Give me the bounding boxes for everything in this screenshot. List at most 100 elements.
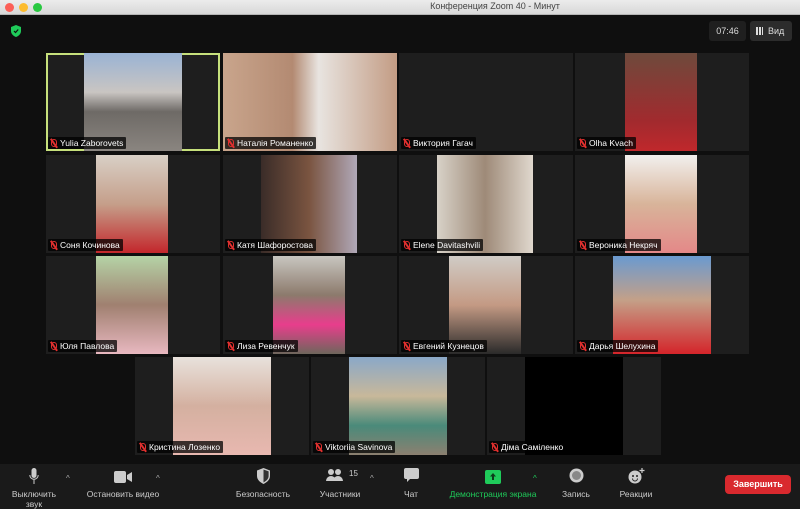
participant-tile[interactable]: Olha Kvach	[575, 53, 749, 151]
participant-name: Viktoriia Savinova	[325, 442, 393, 452]
participant-tile[interactable]: Вероника Некряч	[575, 155, 749, 253]
share-screen-label: Демонстрация экрана	[449, 489, 537, 499]
stop-video-button[interactable]: Остановить видео	[84, 468, 162, 499]
participant-tile[interactable]: Elene Davitashvili	[399, 155, 573, 253]
participant-name-label: Лиза Ревенчук	[225, 340, 298, 352]
participant-tile[interactable]: Yulia Zaborovets	[46, 53, 220, 151]
reactions-button[interactable]: Реакции	[614, 468, 658, 499]
participant-tile[interactable]: Катя Шафоростова	[223, 155, 397, 253]
participant-name: Elene Davitashvili	[413, 240, 481, 250]
participants-button[interactable]: 15 Участники	[316, 468, 364, 499]
participant-name: Діма Саміленко	[501, 442, 564, 452]
participant-tile[interactable]: Юля Павлова	[46, 256, 220, 354]
audio-options-caret-icon[interactable]: ^	[66, 474, 70, 483]
muted-microphone-icon	[316, 443, 322, 451]
muted-microphone-icon	[228, 139, 234, 147]
encryption-shield-icon[interactable]	[11, 25, 21, 37]
participant-name-label: Olha Kvach	[577, 137, 636, 149]
participants-count: 15	[349, 469, 358, 478]
window-titlebar: Конференция Zoom 40 - Минут	[0, 0, 800, 15]
view-label: Вид	[768, 26, 785, 36]
muted-microphone-icon	[580, 342, 586, 350]
participant-tile[interactable]: Лиза Ревенчук	[223, 256, 397, 354]
participant-tile[interactable]: Виктория Гагач	[399, 53, 573, 151]
participant-name-label: Elene Davitashvili	[401, 239, 484, 251]
record-label: Запись	[562, 489, 590, 499]
participant-name-label: Евгений Кузнецов	[401, 340, 487, 352]
video-label: Остановить видео	[86, 489, 160, 499]
video-gallery: 07:46 Вид Yulia Zaborovets Наталія Романе…	[0, 15, 800, 464]
participant-tile[interactable]: Діма Саміленко	[487, 357, 661, 455]
share-screen-icon	[443, 468, 543, 485]
mute-button[interactable]: Выключить звук	[4, 468, 64, 509]
muted-microphone-icon	[228, 342, 234, 350]
security-shield-icon	[232, 468, 294, 485]
chat-label: Чат	[403, 489, 419, 499]
participant-tile[interactable]: Наталія Романенко	[223, 53, 397, 151]
participants-label: Участники	[319, 489, 361, 499]
security-button[interactable]: Безопасность	[232, 468, 294, 499]
view-button[interactable]: Вид	[750, 21, 792, 41]
chat-bubble-icon	[396, 468, 426, 485]
record-button[interactable]: Запись	[558, 468, 594, 499]
share-screen-button[interactable]: Демонстрация экрана	[443, 468, 543, 499]
participant-name-label: Вероника Некряч	[577, 239, 661, 251]
muted-microphone-icon	[51, 139, 57, 147]
window-title: Конференция Zoom 40 - Минут	[430, 1, 560, 11]
video-options-caret-icon[interactable]: ^	[156, 474, 160, 483]
participant-tile[interactable]: Viktoriia Savinova	[311, 357, 485, 455]
participant-tile[interactable]: Евгений Кузнецов	[399, 256, 573, 354]
participant-name: Соня Кочинова	[60, 240, 120, 250]
camera-icon	[84, 468, 162, 485]
participant-name: Виктория Гагач	[413, 138, 473, 148]
record-icon	[558, 468, 594, 485]
participant-name-label: Соня Кочинова	[48, 239, 123, 251]
security-label: Безопасность	[235, 489, 291, 499]
participant-name: Наталія Романенко	[237, 138, 314, 148]
participant-name: Катя Шафоростова	[237, 240, 313, 250]
muted-microphone-icon	[580, 139, 586, 147]
participant-video	[625, 53, 697, 151]
muted-microphone-icon	[404, 139, 410, 147]
microphone-icon	[4, 468, 64, 485]
muted-microphone-icon	[580, 241, 586, 249]
reactions-label: Реакции	[619, 489, 653, 499]
participant-name-label: Дарья Шелухина	[577, 340, 659, 352]
mute-label: Выключить звук	[11, 489, 57, 509]
participant-name: Лиза Ревенчук	[237, 341, 295, 351]
participant-name: Дарья Шелухина	[589, 341, 656, 351]
muted-microphone-icon	[140, 443, 146, 451]
participant-name: Евгений Кузнецов	[413, 341, 484, 351]
grid-icon	[756, 27, 763, 35]
meeting-toolbar: Выключить звук ^ Остановить видео ^ Безо…	[0, 464, 800, 509]
meeting-timer: 07:46	[709, 21, 746, 41]
participant-name: Вероника Некряч	[589, 240, 658, 250]
participant-name: Yulia Zaborovets	[60, 138, 124, 148]
muted-microphone-icon	[404, 342, 410, 350]
share-options-caret-icon[interactable]: ^	[533, 474, 537, 483]
participant-name-label: Yulia Zaborovets	[48, 137, 127, 149]
participant-name-label: Діма Саміленко	[489, 441, 567, 453]
participant-name: Кристина Лозенко	[149, 442, 221, 452]
participant-tile[interactable]: Кристина Лозенко	[135, 357, 309, 455]
muted-microphone-icon	[492, 443, 498, 451]
muted-microphone-icon	[51, 241, 57, 249]
muted-microphone-icon	[228, 241, 234, 249]
participant-name-label: Наталія Романенко	[225, 137, 317, 149]
muted-microphone-icon	[51, 342, 57, 350]
end-meeting-button[interactable]: Завершить	[725, 475, 791, 494]
participant-name-label: Юля Павлова	[48, 340, 118, 352]
participant-name-label: Виктория Гагач	[401, 137, 476, 149]
participant-name: Юля Павлова	[60, 341, 115, 351]
muted-microphone-icon	[404, 241, 410, 249]
participants-options-caret-icon[interactable]: ^	[370, 474, 374, 483]
participant-tile[interactable]: Дарья Шелухина	[575, 256, 749, 354]
chat-button[interactable]: Чат	[396, 468, 426, 499]
participant-name-label: Катя Шафоростова	[225, 239, 316, 251]
reaction-smiley-icon	[614, 468, 658, 485]
participants-icon: 15	[316, 468, 364, 485]
participant-name-label: Кристина Лозенко	[137, 441, 224, 453]
participant-tile[interactable]: Соня Кочинова	[46, 155, 220, 253]
participant-name-label: Viktoriia Savinova	[313, 441, 396, 453]
participant-name: Olha Kvach	[589, 138, 633, 148]
